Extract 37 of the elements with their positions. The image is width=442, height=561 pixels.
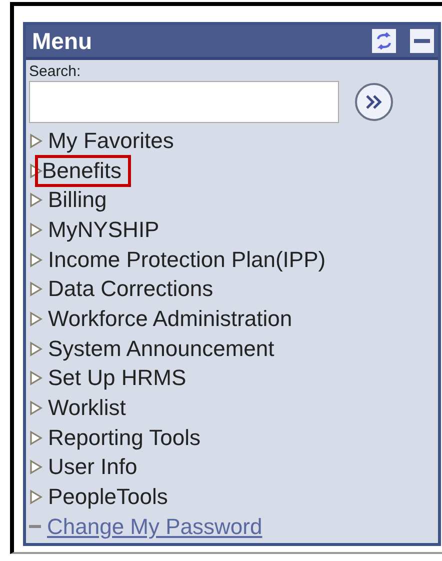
triangle-icon: [29, 459, 43, 476]
triangle-icon: [29, 222, 43, 238]
triangle-icon: [29, 340, 43, 357]
triangle-icon: [29, 400, 43, 416]
dash-icon: [29, 525, 41, 528]
menu-item[interactable]: Workforce Administration: [48, 306, 292, 332]
triangle-icon: [29, 370, 43, 386]
triangle-icon: [29, 132, 43, 149]
minimize-button[interactable]: [410, 29, 434, 53]
triangle-icon: [29, 310, 43, 327]
menu-item[interactable]: System Announcement: [48, 336, 274, 362]
triangle-icon: [29, 162, 43, 179]
refresh-icon: [375, 32, 393, 50]
triangle-icon: [29, 281, 43, 298]
menu-item[interactable]: Benefits: [38, 158, 128, 184]
menu-item[interactable]: MyNYSHIP: [48, 216, 160, 243]
password-link[interactable]: Change My Password: [47, 514, 262, 540]
triangle-icon: [29, 430, 43, 446]
menu-item[interactable]: PeopleTools: [48, 484, 168, 510]
menu-item[interactable]: My Favorites: [48, 128, 174, 154]
menu-item[interactable]: Data Corrections: [48, 276, 214, 302]
refresh-button[interactable]: [372, 29, 396, 53]
triangle-icon: [29, 192, 43, 208]
minimize-icon: [414, 39, 430, 43]
menu-item[interactable]: Set Up HRMS: [48, 365, 186, 392]
menu-item[interactable]: Reporting Tools: [48, 424, 200, 451]
search-go-button[interactable]: [355, 83, 393, 121]
menu-item[interactable]: Billing: [48, 187, 107, 214]
search-label: Search:: [29, 63, 82, 81]
menu-item[interactable]: Income Protection Plan(IPP): [48, 246, 326, 273]
menu-title: Menu: [32, 28, 94, 54]
menu-item[interactable]: Worklist: [48, 395, 126, 422]
triangle-icon: [29, 252, 43, 268]
triangle-icon: [29, 489, 43, 506]
menu-item[interactable]: User Info: [48, 454, 138, 480]
double-chevron-icon: [365, 94, 383, 110]
search-field[interactable]: [29, 81, 339, 123]
